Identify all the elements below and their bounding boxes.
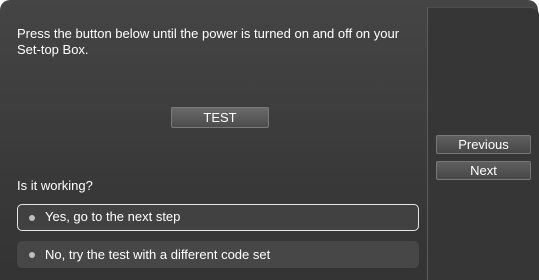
option-yes-next-step[interactable]: Yes, go to the next step <box>17 204 419 231</box>
question-text: Is it working? <box>17 178 93 193</box>
bullet-icon <box>29 251 35 258</box>
option-no-different-code[interactable]: No, try the test with a different code s… <box>17 241 419 268</box>
bullet-icon <box>29 214 35 221</box>
instruction-text: Press the button below until the power i… <box>17 26 400 57</box>
previous-button[interactable]: Previous <box>436 135 531 154</box>
next-button[interactable]: Next <box>436 161 531 180</box>
option-label: Yes, go to the next step <box>45 209 181 224</box>
option-label: No, try the test with a different code s… <box>45 247 271 262</box>
setup-screen: Press the button below until the power i… <box>0 0 539 280</box>
test-button[interactable]: TEST <box>171 107 269 128</box>
